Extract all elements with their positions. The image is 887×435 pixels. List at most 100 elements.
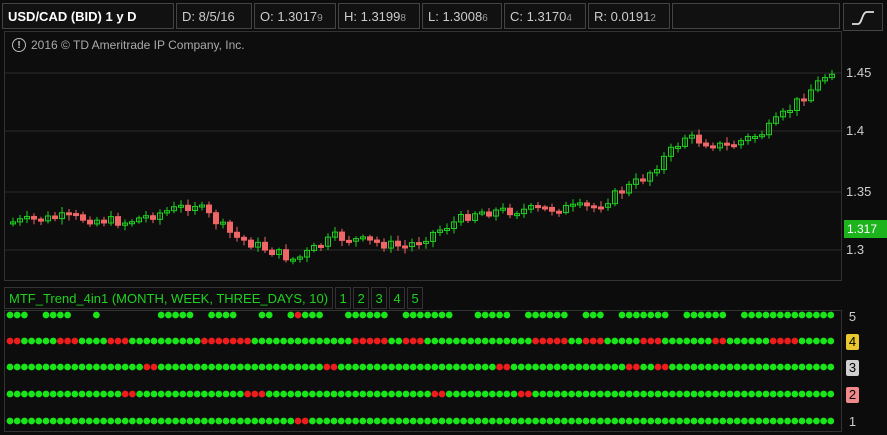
trend-dot-up [28,417,35,425]
trend-dot-up [654,311,662,319]
trend-dot-up [273,390,280,398]
trend-dot-up [690,311,698,319]
trend-dot-up [57,417,64,425]
trend-dot-up [618,363,626,371]
trend-dot-up [618,390,626,398]
trend-dot-up [229,390,237,398]
trend-dot-up [424,363,431,371]
trend-dot-up [21,337,28,345]
trend-dot-up [467,390,475,398]
trend-dot-up [453,337,460,345]
trend-dot-up [690,417,698,425]
trend-dot-up [474,337,482,345]
trend-dot-up [287,390,295,398]
trend-dot-up [820,363,827,371]
trend-dot-down [6,337,14,345]
price-axis[interactable]: 1.45 1.4 1.35 1.3 [842,31,887,281]
trend-dot-up [733,363,741,371]
trend-dot-up [813,390,820,398]
trend-dot-down [251,390,259,398]
trend-dot-up [359,390,367,398]
trend-dot-up [129,337,136,345]
trend-dot-up [345,417,352,425]
trend-dot-up [201,363,208,371]
trend-dot-up [237,363,244,371]
trend-dot-up [532,363,539,371]
trend-dot-up [93,390,100,398]
trend-dot-up [633,390,640,398]
trend-dot-down [258,390,266,398]
chart-style-button[interactable] [843,3,883,31]
trend-dot-up [366,390,374,398]
trend-dot-down [582,337,590,345]
price-tick-1.3: 1.3 [846,242,865,257]
trend-dot-up [114,417,122,425]
trend-dot-up [301,337,309,345]
low-readout: L: 1.3008 6 [422,3,502,29]
trend-dot-up [805,337,813,345]
study-title[interactable]: MTF_Trend_4in1 (MONTH, WEEK, THREE_DAYS,… [4,287,334,309]
trend-dots-panel[interactable] [4,310,842,432]
close-readout: C: 1.3170 4 [504,3,586,29]
price-chart-panel[interactable] [4,31,842,281]
trend-dot-down [409,337,417,345]
candle-body [367,236,373,241]
trend-dot-up [215,363,223,371]
plot-toggle-2[interactable]: 2 [353,287,370,309]
header-spacer [672,3,840,29]
trend-dot-up [604,390,611,398]
plot-toggle-4[interactable]: 4 [389,287,406,309]
trend-dot-up [345,337,352,345]
trend-dot-down [769,337,777,345]
trend-dot-up [85,417,93,425]
trend-dot-up [546,311,554,319]
trend-dot-up [251,337,259,345]
trend-dots-chart [6,311,835,425]
symbol-selector[interactable]: USD/CAD (BID) 1 y D [2,3,174,29]
trend-dot-up [244,417,252,425]
trend-dot-up [748,363,755,371]
trend-dot-up [669,337,676,345]
trend-dot-up [561,417,568,425]
trend-dot-up [633,417,640,425]
trend-dot-up [805,363,813,371]
trend-dot-up [827,363,835,371]
trend-dot-up [654,417,662,425]
trend-dot-up [445,311,453,319]
trend-dot-up [222,311,230,319]
plot-toggle-1[interactable]: 1 [335,287,352,309]
candle-body [73,213,79,217]
plot-toggle-5[interactable]: 5 [407,287,424,309]
plot-toggle-3[interactable]: 3 [371,287,388,309]
trend-dot-up [337,417,345,425]
trend-dot-up [280,363,287,371]
trend-dot-up [546,363,554,371]
candlestick-chart [5,69,841,265]
trend-dot-up [755,417,763,425]
trend-dot-down [143,363,151,371]
high-readout: H: 1.3199 8 [338,3,420,29]
trend-dot-up [597,363,604,371]
trend-dot-up [143,337,151,345]
trend-dot-up [157,417,165,425]
trend-dot-up [597,417,604,425]
candle-body [402,245,408,249]
trend-dot-up [820,311,827,319]
trend-dot-up [42,311,50,319]
range-value: R: 0.0191 [594,8,651,24]
trend-dot-up [301,390,309,398]
trend-dot-up [683,417,691,425]
trend-dot-down [553,337,561,345]
trend-dot-up [64,390,71,398]
info-circle-icon[interactable]: ! [12,38,26,52]
high-value: H: 1.3199 [344,8,401,24]
trend-dot-up [697,311,705,319]
trend-dot-up [42,363,50,371]
trend-dot-up [388,390,395,398]
trend-dot-up [474,363,482,371]
trend-dot-up [114,390,122,398]
trend-dot-up [388,363,395,371]
trend-dot-down [64,337,71,345]
trend-dot-up [496,417,503,425]
trend-dot-up [762,337,770,345]
